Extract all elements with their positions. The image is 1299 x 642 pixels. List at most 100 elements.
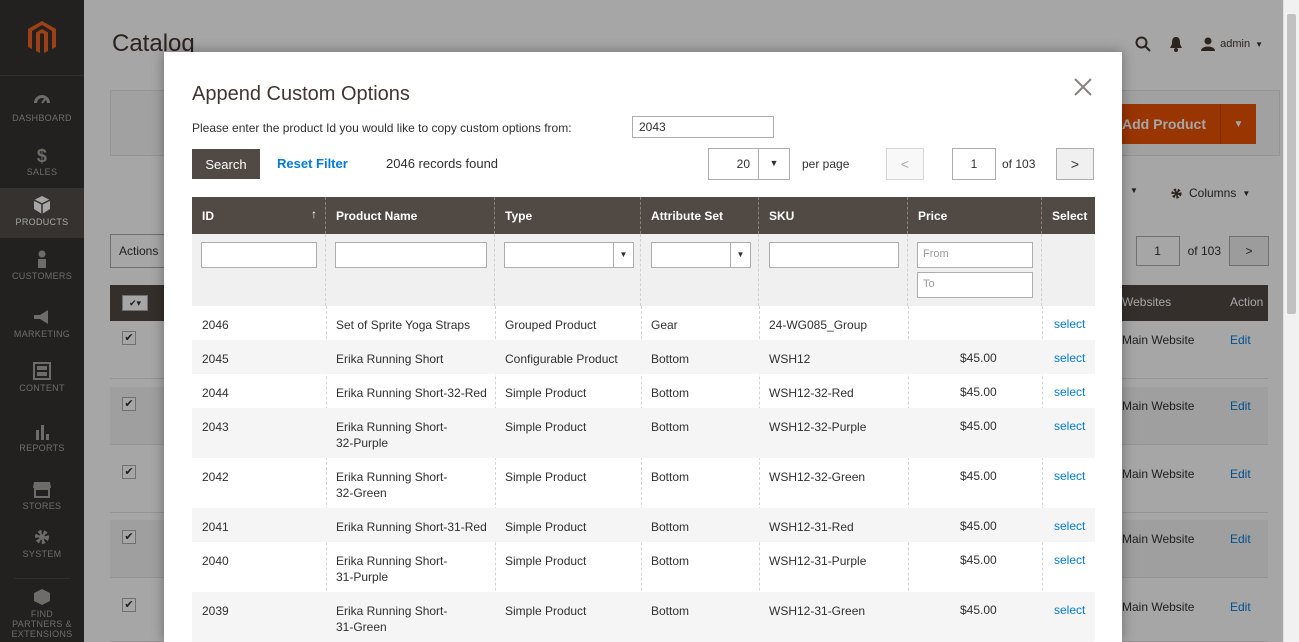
- cell-name-line1: Erika Running Short-: [336, 604, 448, 618]
- per-page-label: per page: [802, 157, 850, 171]
- select-link[interactable]: select: [1054, 603, 1085, 617]
- select-link[interactable]: select: [1054, 553, 1085, 567]
- per-page-select[interactable]: 20 ▼: [708, 148, 790, 180]
- page-scrollbar[interactable]: [1283, 0, 1299, 642]
- column-header-sku[interactable]: SKU: [759, 197, 908, 234]
- cell-sku: WSH12: [769, 352, 811, 366]
- reset-filter-link[interactable]: Reset Filter: [277, 156, 348, 171]
- chevron-down-icon: ▼: [613, 243, 633, 267]
- select-link[interactable]: select: [1054, 519, 1085, 533]
- cell-price: $45.00: [960, 385, 997, 399]
- table-row[interactable]: 2039 Erika Running Short- 31-Green Simple…: [192, 592, 1095, 642]
- cell-name: Erika Running Short- 32-Green: [336, 469, 447, 501]
- cell-price: $45.00: [960, 603, 997, 617]
- select-link[interactable]: select: [1054, 469, 1085, 483]
- next-page-button[interactable]: >: [1056, 148, 1094, 180]
- cell-price: $45.00: [960, 469, 997, 483]
- cell-id: 2042: [202, 470, 229, 484]
- cell-id: 2046: [202, 318, 229, 332]
- cell-sku: 24-WG085_Group: [769, 318, 868, 332]
- cell-type: Simple Product: [505, 470, 587, 484]
- chevron-down-icon: ▼: [769, 158, 779, 168]
- cell-name-line2: 31-Green: [336, 620, 387, 634]
- column-header-product-name[interactable]: Product Name: [326, 197, 495, 234]
- current-page-input[interactable]: 1: [952, 148, 996, 180]
- table-row[interactable]: 2040 Erika Running Short- 31-Purple Simpl…: [192, 542, 1095, 592]
- records-count: 2046 records found: [386, 156, 499, 171]
- filter-name-input[interactable]: [335, 242, 487, 268]
- cell-name-line1: Erika Running Short-: [336, 470, 448, 484]
- cell-sku: WSH12-31-Purple: [769, 554, 867, 568]
- cell-name: Erika Running Short-32-Red: [336, 386, 487, 400]
- filter-id-input[interactable]: [201, 242, 317, 268]
- cell-attribute-set: Gear: [651, 318, 678, 332]
- cell-attribute-set: Bottom: [651, 470, 690, 484]
- filter-type-select[interactable]: ▼: [504, 242, 634, 268]
- cell-type: Simple Product: [505, 604, 587, 618]
- cell-id: 2044: [202, 386, 229, 400]
- cell-type: Simple Product: [505, 554, 587, 568]
- select-link[interactable]: select: [1054, 385, 1085, 399]
- prev-page-button[interactable]: <: [886, 148, 924, 180]
- cell-attribute-set: Bottom: [651, 604, 690, 618]
- cell-name-line1: Erika Running Short-: [336, 420, 448, 434]
- column-header-select: Select: [1052, 209, 1088, 223]
- cell-name: Erika Running Short- 32-Purple: [336, 419, 447, 451]
- table-row[interactable]: 2042 Erika Running Short- 32-Green Simple…: [192, 458, 1095, 508]
- cell-id: 2041: [202, 520, 229, 534]
- sort-arrow-icon: ↑: [311, 207, 317, 221]
- cell-sku: WSH12-32-Purple: [769, 420, 867, 434]
- cell-price: $45.00: [960, 351, 997, 365]
- cell-sku: WSH12-32-Green: [769, 470, 866, 484]
- table-row[interactable]: 2045 Erika Running Short Configurable Pr…: [192, 340, 1095, 374]
- cell-type: Configurable Product: [505, 352, 618, 366]
- cell-price: $45.00: [960, 519, 997, 533]
- grid-filter-row: ▼ ▼ From To: [192, 234, 1095, 306]
- search-button[interactable]: Search: [192, 149, 260, 179]
- per-page-value: 20: [709, 149, 759, 179]
- cell-sku: WSH12-32-Red: [769, 386, 854, 400]
- filter-attribute-set-select[interactable]: ▼: [651, 242, 751, 268]
- table-row[interactable]: 2041 Erika Running Short-31-Red Simple P…: [192, 508, 1095, 542]
- table-row[interactable]: 2046 Set of Sprite Yoga Straps Grouped P…: [192, 306, 1095, 340]
- select-link[interactable]: select: [1054, 419, 1085, 433]
- select-link[interactable]: select: [1054, 351, 1085, 365]
- product-id-input[interactable]: [632, 116, 774, 138]
- modal-title: Append Custom Options: [192, 83, 410, 105]
- cell-name: Erika Running Short-31-Red: [336, 520, 487, 534]
- cell-type: Simple Product: [505, 520, 587, 534]
- cell-attribute-set: Bottom: [651, 386, 690, 400]
- table-row[interactable]: 2043 Erika Running Short- 32-Purple Simpl…: [192, 408, 1095, 458]
- select-link[interactable]: select: [1054, 317, 1085, 331]
- cell-name: Erika Running Short- 31-Purple: [336, 553, 447, 585]
- filter-sku-input[interactable]: [769, 242, 899, 268]
- cell-sku: WSH12-31-Green: [769, 604, 866, 618]
- append-custom-options-modal: Append Custom Options Please enter the p…: [164, 52, 1122, 642]
- header-label: ID: [202, 209, 214, 223]
- page-count: of 103: [1002, 157, 1036, 171]
- cell-attribute-set: Bottom: [651, 554, 690, 568]
- cell-type: Grouped Product: [505, 318, 597, 332]
- cell-price: $45.00: [960, 419, 997, 433]
- cell-name-line1: Erika Running Short-: [336, 554, 448, 568]
- filter-price-to[interactable]: To: [917, 272, 1033, 298]
- table-row[interactable]: 2044 Erika Running Short-32-Red Simple P…: [192, 374, 1095, 408]
- scrollbar-thumb[interactable]: [1287, 14, 1296, 314]
- cell-attribute-set: Bottom: [651, 420, 690, 434]
- column-header-type[interactable]: Type: [495, 197, 641, 234]
- column-header-price[interactable]: Price: [908, 197, 1042, 234]
- grid-header-row: ID ↑ Product Name Type Attribute Set SKU…: [192, 197, 1095, 234]
- cell-type: Simple Product: [505, 420, 587, 434]
- cell-id: 2040: [202, 554, 229, 568]
- cell-name-line2: 32-Green: [336, 486, 387, 500]
- column-header-attribute-set[interactable]: Attribute Set: [641, 197, 759, 234]
- cell-attribute-set: Bottom: [651, 520, 690, 534]
- cell-price: $45.00: [960, 553, 997, 567]
- filter-price-from[interactable]: From: [917, 242, 1033, 268]
- cell-id: 2043: [202, 420, 229, 434]
- product-id-prompt: Please enter the product Id you would li…: [192, 121, 572, 135]
- column-header-id[interactable]: ID ↑: [192, 197, 326, 234]
- cell-name: Erika Running Short- 31-Green: [336, 603, 447, 635]
- close-icon[interactable]: [1072, 76, 1094, 98]
- chevron-down-icon: ▼: [730, 243, 750, 267]
